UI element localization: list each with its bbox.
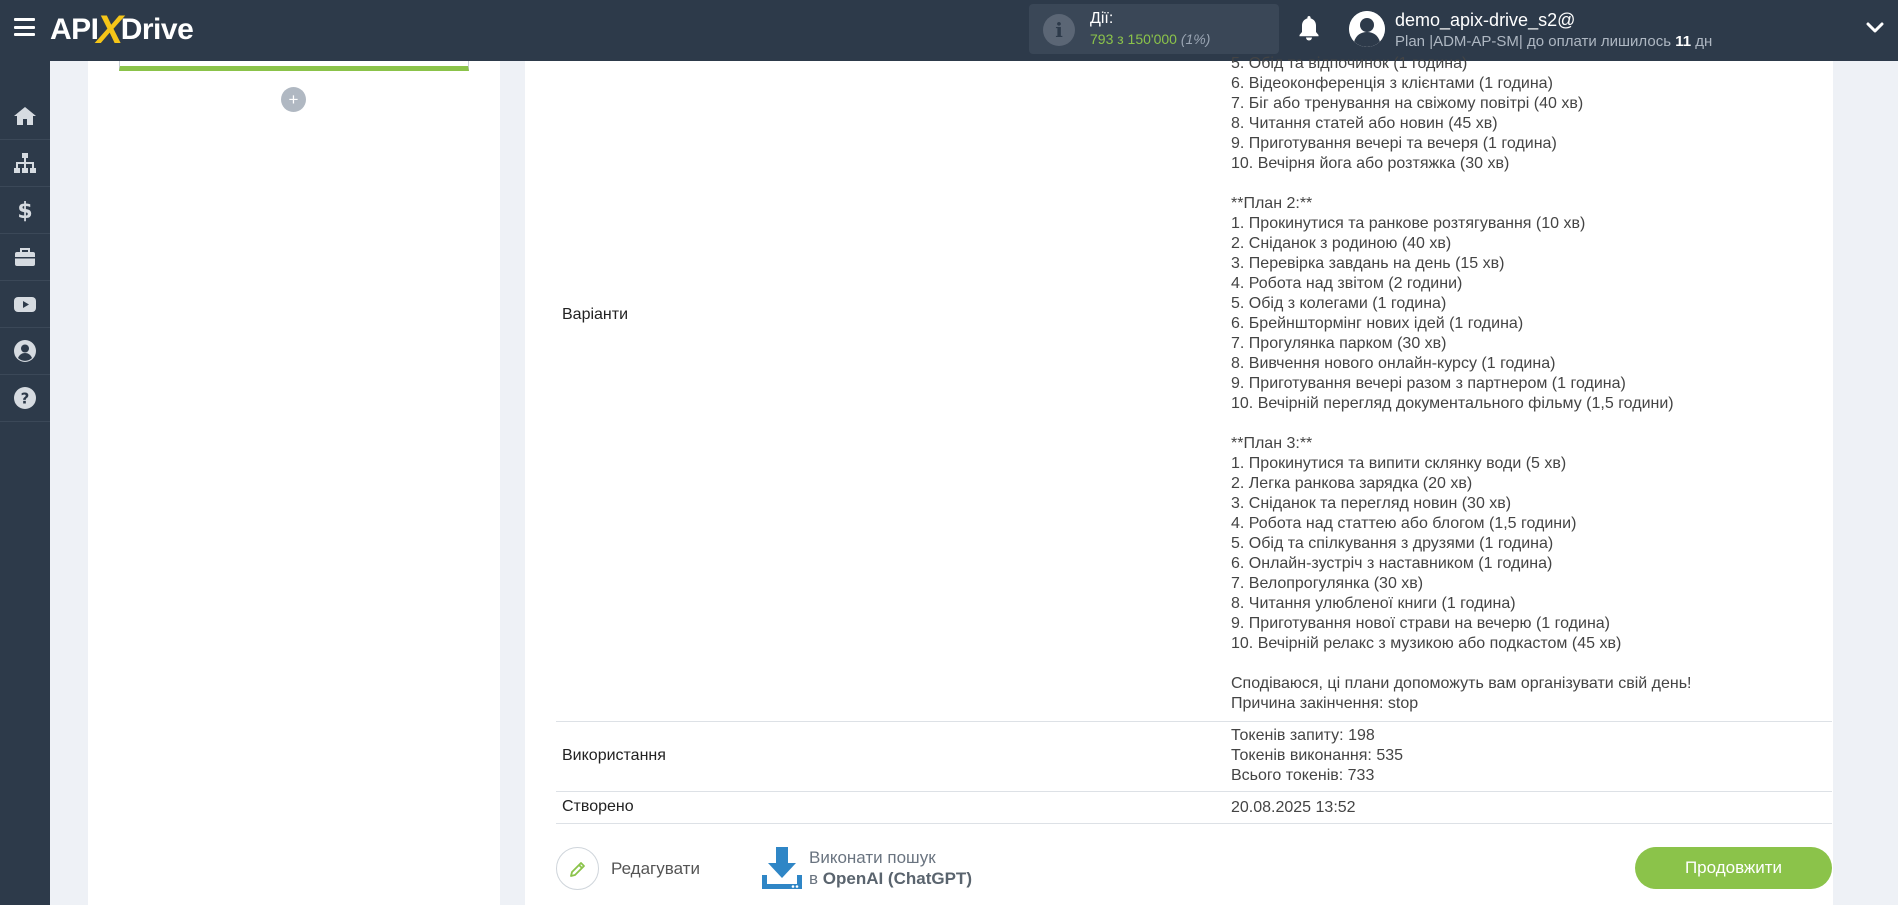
row-created: Створено 20.08.2025 13:52 — [556, 792, 1832, 824]
sidebar-item-billing[interactable]: $ — [0, 187, 50, 234]
row-variants: Варіанти 5. Обід та відпочинок (1 година… — [556, 55, 1832, 722]
actions-count: 793 з 150'000 (1%) — [1090, 31, 1210, 47]
avatar[interactable] — [1349, 11, 1385, 47]
result-panel: Варіанти 5. Обід та відпочинок (1 година… — [525, 55, 1833, 905]
user-name[interactable]: demo_apix-drive_s2@ — [1395, 10, 1575, 31]
created-label: Створено — [562, 798, 634, 815]
bell-icon[interactable] — [1297, 14, 1321, 42]
briefcase-icon — [15, 248, 35, 266]
help-icon: ? — [14, 387, 36, 409]
usage-label: Використання — [562, 747, 666, 764]
edit-label: Редагувати — [611, 858, 700, 878]
flow-panel: + — [88, 61, 500, 905]
sidebar-item-home[interactable] — [0, 93, 50, 140]
logo[interactable]: API X Drive — [50, 7, 194, 52]
svg-text:?: ? — [21, 390, 30, 408]
actions-counter[interactable]: i Дії: 793 з 150'000 (1%) — [1029, 4, 1279, 54]
continue-button[interactable]: Продовжити — [1635, 847, 1832, 889]
sidebar-item-video[interactable] — [0, 281, 50, 328]
run-search-button[interactable]: Виконати пошук в OpenAI (ChatGPT) — [760, 845, 972, 891]
home-icon — [14, 107, 36, 125]
variants-value: 5. Обід та відпочинок (1 година) 6. Віде… — [1231, 55, 1692, 712]
actions-count-value: 793 з 150'000 — [1090, 31, 1177, 47]
usage-value: Токенів запиту: 198 Токенів виконання: 5… — [1231, 727, 1404, 784]
dollar-icon: $ — [17, 199, 32, 222]
menu-icon[interactable] — [14, 18, 35, 36]
created-value: 20.08.2025 13:52 — [1231, 799, 1356, 816]
plan-days: 11 — [1675, 33, 1692, 50]
run-search-service: OpenAI (ChatGPT) — [822, 869, 972, 888]
row-usage: Використання Токенів запиту: 198 Токенів… — [556, 722, 1832, 792]
user-icon — [14, 340, 36, 362]
user-plan: Plan |ADM-AP-SM| до оплати лишилось 11 д… — [1395, 33, 1712, 50]
run-search-line1: Виконати пошук — [809, 848, 936, 867]
run-search-prefix: в — [809, 869, 823, 888]
logo-drive: Drive — [120, 13, 194, 46]
top-bar: API X Drive i Дії: 793 з 150'000 (1%) demo… — [0, 0, 1898, 61]
sidebar: $ ? — [0, 61, 50, 905]
info-icon: i — [1043, 14, 1075, 46]
sidebar-item-profile[interactable] — [0, 328, 50, 375]
add-step-button[interactable]: + — [281, 87, 306, 112]
actions-label: Дії: — [1090, 10, 1114, 27]
logo-x: X — [96, 7, 124, 52]
variants-label: Варіанти — [562, 306, 629, 323]
actions-percent: (1%) — [1180, 31, 1211, 47]
step-card-bottom — [119, 61, 469, 71]
logo-api: API — [50, 13, 99, 46]
youtube-icon — [14, 297, 36, 312]
run-search-text: Виконати пошук в OpenAI (ChatGPT) — [809, 847, 972, 889]
sitemap-icon — [14, 153, 36, 173]
chevron-down-icon[interactable] — [1866, 21, 1884, 35]
plan-prefix: Plan |ADM-AP-SM| до оплати лишилось — [1395, 33, 1676, 50]
plan-suffix: дн — [1691, 33, 1713, 50]
run-search-line2: в OpenAI (ChatGPT) — [809, 868, 972, 889]
edit-button[interactable]: Редагувати — [556, 847, 700, 890]
sidebar-item-tools[interactable] — [0, 234, 50, 281]
sidebar-item-connections[interactable] — [0, 140, 50, 187]
svg-text:$: $ — [17, 199, 32, 222]
pencil-icon — [556, 847, 599, 890]
download-icon — [762, 847, 802, 889]
sidebar-item-help[interactable]: ? — [0, 375, 50, 422]
